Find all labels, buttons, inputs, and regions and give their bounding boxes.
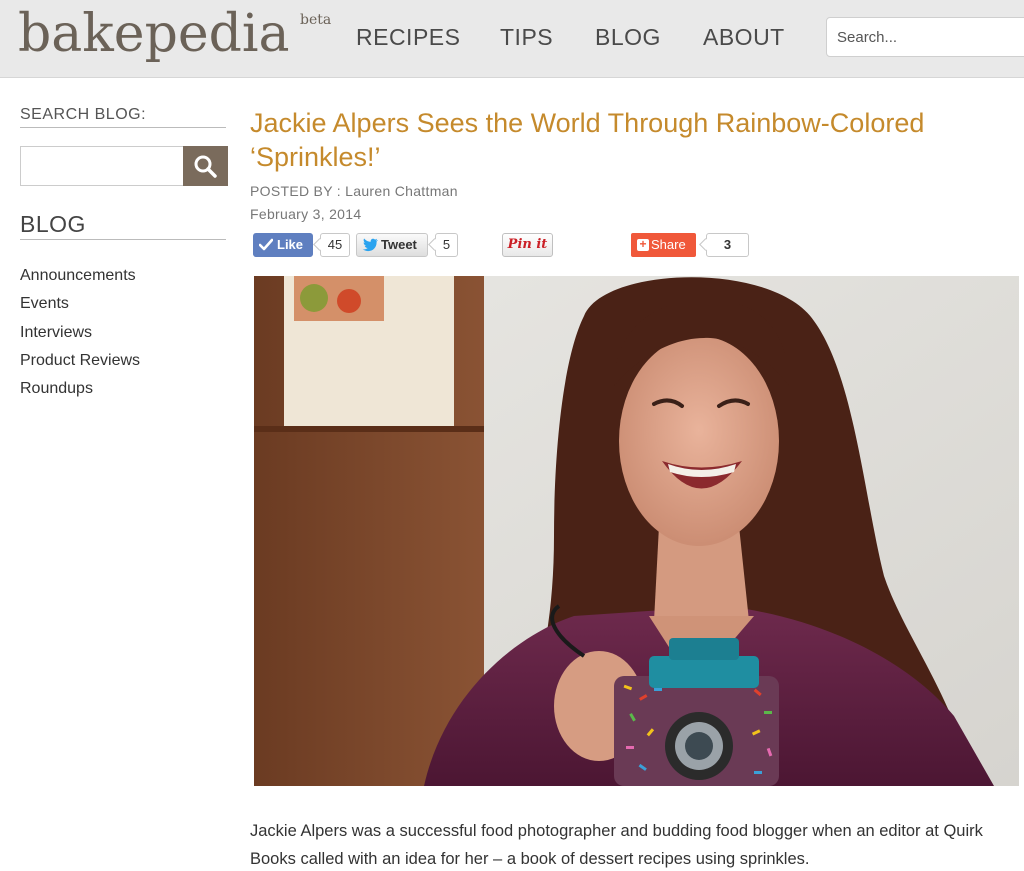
tweet-button[interactable]: Tweet [356,233,428,257]
share-button[interactable]: + Share [631,233,696,257]
pinterest-pin-button[interactable]: Pin it [502,233,553,257]
share-count: 3 [706,233,749,257]
blog-search-button[interactable] [183,146,228,186]
tweet-label: Tweet [381,237,417,252]
category-link-interviews[interactable]: Interviews [20,319,140,347]
site-search-input[interactable] [826,17,1024,57]
site-logo[interactable]: bakepedia [18,2,290,66]
nav-tips[interactable]: TIPS [500,24,553,51]
checkmark-icon [259,238,273,251]
divider [20,239,226,240]
search-icon [194,155,217,178]
post-author: POSTED BY : Lauren Chattman [250,183,458,199]
share-label: Share [651,237,686,252]
nav-about[interactable]: ABOUT [703,24,785,51]
post-photo [254,276,1019,786]
nav-blog[interactable]: BLOG [595,24,661,51]
divider [20,127,226,128]
category-list: Announcements Events Interviews Product … [20,262,140,403]
blog-search-input[interactable] [20,146,184,186]
like-count: 45 [320,233,350,257]
facebook-like-button[interactable]: Like [253,233,313,257]
post-date: February 3, 2014 [250,206,362,222]
tweet-count: 5 [435,233,458,257]
category-link-announcements[interactable]: Announcements [20,262,140,290]
nav-recipes[interactable]: RECIPES [356,24,460,51]
woman-with-camera-illustration [254,276,1019,786]
category-link-product-reviews[interactable]: Product Reviews [20,347,140,375]
blog-categories-heading: BLOG [20,211,86,237]
category-link-roundups[interactable]: Roundups [20,375,140,403]
post-title: Jackie Alpers Sees the World Through Rai… [250,108,925,172]
search-blog-heading: SEARCH BLOG: [20,106,147,123]
post-body: Jackie Alpers was a successful food phot… [250,822,983,868]
plus-icon: + [637,238,649,251]
site-header: bakepedia beta RECIPES TIPS BLOG ABOUT [0,0,1024,78]
twitter-bird-icon [362,238,378,252]
beta-badge: beta [300,12,332,28]
category-link-events[interactable]: Events [20,290,140,318]
like-label: Like [277,237,304,252]
